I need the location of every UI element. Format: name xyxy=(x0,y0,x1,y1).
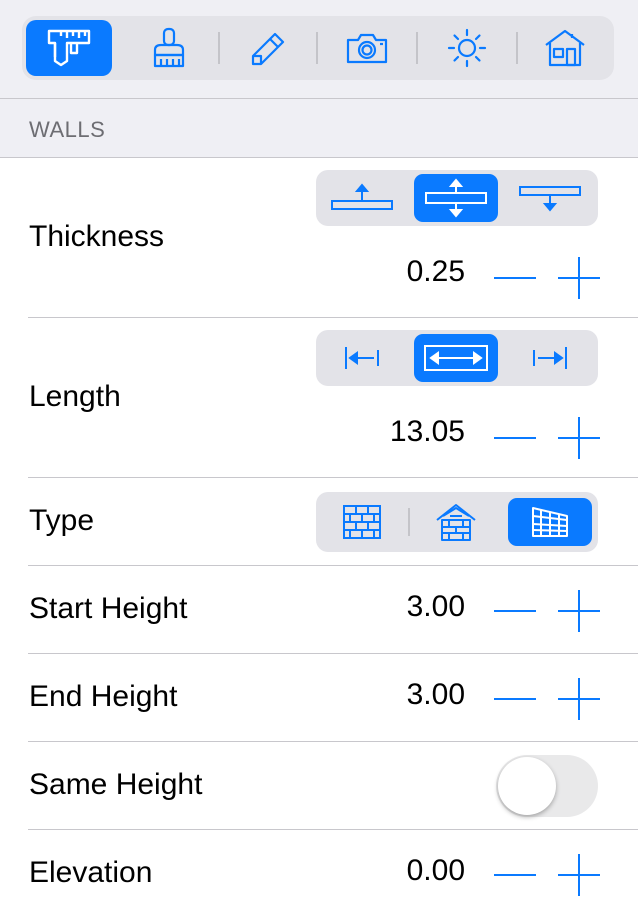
row-divider xyxy=(28,829,638,830)
length-align-both-button[interactable] xyxy=(414,334,498,382)
toolbar-light-button[interactable] xyxy=(424,20,510,76)
section-divider xyxy=(0,157,638,158)
house-icon xyxy=(543,27,587,69)
camera-icon xyxy=(345,28,389,68)
toolbar-separator xyxy=(316,32,318,64)
mode-toolbar xyxy=(22,16,614,80)
length-value[interactable]: 13.05 xyxy=(390,415,465,449)
elevation-value[interactable]: 0.00 xyxy=(407,854,465,888)
thickness-align-top-button[interactable] xyxy=(320,174,404,222)
section-header: WALLS xyxy=(29,117,106,142)
elevation-label: Elevation xyxy=(29,856,153,889)
type-label: Type xyxy=(29,504,95,537)
start-height-increment-button[interactable] xyxy=(558,590,600,632)
row-divider xyxy=(28,653,638,654)
length-align-control xyxy=(316,330,598,386)
brick-wall-icon xyxy=(342,504,382,540)
pencil-icon xyxy=(245,26,289,70)
same-height-label: Same Height xyxy=(29,768,203,801)
end-height-label: End Height xyxy=(29,680,178,713)
thickness-decrement-button[interactable] xyxy=(494,257,536,299)
brick-house-icon xyxy=(434,502,478,542)
toggle-knob xyxy=(498,757,556,815)
row-divider xyxy=(28,565,638,566)
grid-wall-icon xyxy=(530,505,570,539)
align-center-icon xyxy=(424,177,488,219)
type-brick-wall-button[interactable] xyxy=(320,498,404,546)
toolbar-paint-button[interactable] xyxy=(126,20,212,76)
toolbar-camera-button[interactable] xyxy=(324,20,410,76)
align-top-icon xyxy=(330,181,394,215)
brush-icon xyxy=(149,26,189,70)
toolbar-separator xyxy=(516,32,518,64)
length-increment-button[interactable] xyxy=(558,417,600,459)
toolbar-separator xyxy=(218,32,220,64)
toolbar-measure-button[interactable] xyxy=(26,20,112,76)
toolbar-building-button[interactable] xyxy=(522,20,608,76)
wall-type-control xyxy=(316,492,598,552)
thickness-label: Thickness xyxy=(29,220,165,253)
thickness-increment-button[interactable] xyxy=(558,257,600,299)
length-align-left-button[interactable] xyxy=(320,334,404,382)
length-align-right-button[interactable] xyxy=(508,334,592,382)
thickness-align-bottom-button[interactable] xyxy=(508,174,592,222)
row-divider xyxy=(28,317,638,318)
type-brick-house-button[interactable] xyxy=(414,498,498,546)
same-height-toggle[interactable] xyxy=(496,755,598,817)
thickness-align-center-button[interactable] xyxy=(414,174,498,222)
end-height-decrement-button[interactable] xyxy=(494,678,536,720)
end-height-value[interactable]: 3.00 xyxy=(407,678,465,712)
start-height-stepper xyxy=(494,590,600,632)
start-height-decrement-button[interactable] xyxy=(494,590,536,632)
elevation-stepper xyxy=(494,854,600,896)
length-decrement-button[interactable] xyxy=(494,417,536,459)
thickness-stepper xyxy=(494,257,600,299)
sun-icon xyxy=(445,26,489,70)
elevation-increment-button[interactable] xyxy=(558,854,600,896)
elevation-decrement-button[interactable] xyxy=(494,854,536,896)
length-label: Length xyxy=(29,380,121,413)
caliper-icon xyxy=(41,27,97,69)
top-panel: WALLS xyxy=(0,0,638,158)
arrow-both-icon xyxy=(422,343,490,373)
row-divider xyxy=(28,741,638,742)
start-height-value[interactable]: 3.00 xyxy=(407,590,465,624)
align-bottom-icon xyxy=(518,181,582,215)
segment-separator xyxy=(408,508,410,536)
toolbar-divider xyxy=(0,98,638,99)
type-grid-wall-button[interactable] xyxy=(508,498,592,546)
arrow-right-icon xyxy=(530,343,570,373)
start-height-label: Start Height xyxy=(29,592,188,625)
thickness-align-control xyxy=(316,170,598,226)
row-divider xyxy=(28,477,638,478)
thickness-value[interactable]: 0.25 xyxy=(407,255,465,289)
toolbar-draw-button[interactable] xyxy=(224,20,310,76)
end-height-increment-button[interactable] xyxy=(558,678,600,720)
end-height-stepper xyxy=(494,678,600,720)
arrow-left-icon xyxy=(342,343,382,373)
length-stepper xyxy=(494,417,600,459)
toolbar-separator xyxy=(416,32,418,64)
